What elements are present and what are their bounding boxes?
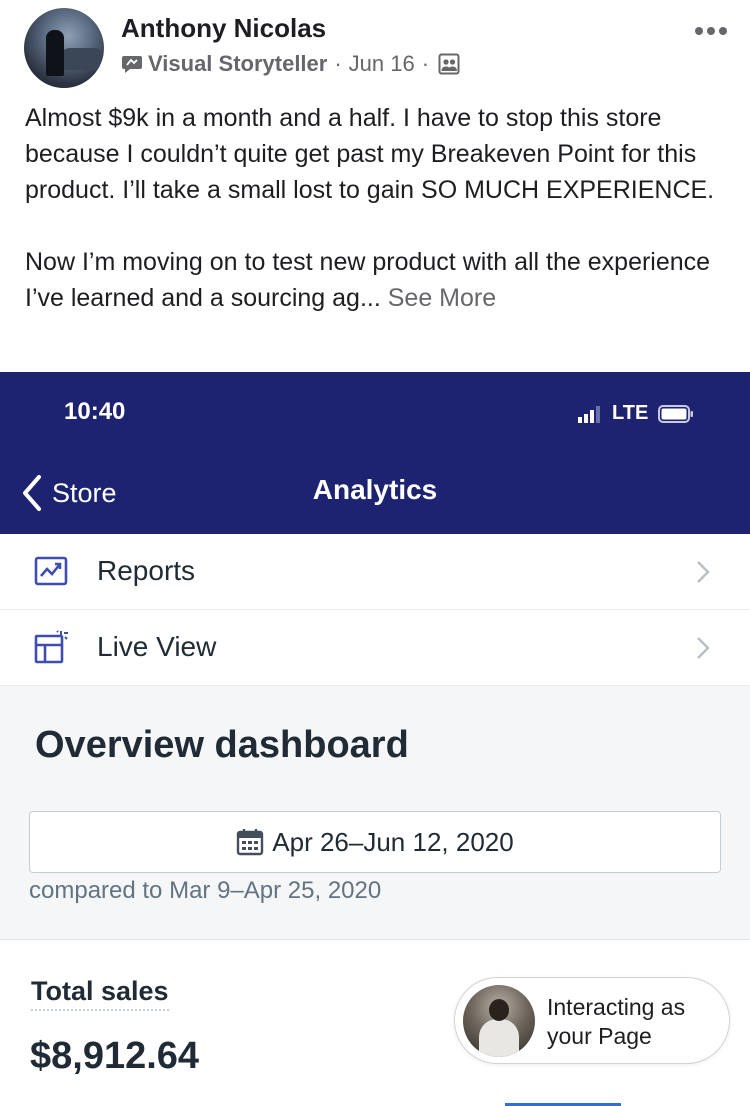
battery-icon (658, 404, 694, 423)
status-time: 10:40 (64, 398, 126, 425)
separator-dot: · (421, 51, 430, 76)
menu-item-live-view[interactable]: Live View (0, 610, 750, 686)
menu-item-label: Reports (97, 555, 196, 586)
author-avatar[interactable] (24, 8, 104, 88)
analytics-menu: Reports Live View (0, 534, 750, 686)
reports-icon (34, 556, 68, 586)
interacting-as-page-pill[interactable]: Interacting as your Page (454, 977, 730, 1064)
post-header: Anthony Nicolas Visual Storyteller · Jun… (0, 0, 750, 95)
menu-item-reports[interactable]: Reports (0, 534, 750, 610)
calendar-icon (237, 829, 264, 856)
date-range-picker[interactable]: Apr 26–Jun 12, 2020 (29, 811, 721, 873)
post-byline: Visual Storyteller · Jun 16 · (121, 51, 460, 77)
separator-dot: · (334, 51, 342, 76)
speech-bubble-icon (122, 56, 142, 73)
chevron-right-icon (697, 637, 710, 659)
post-paragraph-text: Now I’m moving on to test new product wi… (25, 248, 711, 312)
app-navbar: 10:40 LTE Store Analytics (0, 372, 750, 534)
overview-heading: Overview dashboard (35, 724, 409, 766)
see-more-link[interactable]: See More (388, 284, 496, 312)
date-range-label: Apr 26–Jun 12, 2020 (272, 826, 514, 857)
total-sales-label[interactable]: Total sales (31, 976, 169, 1011)
interacting-as-text: Interacting as your Page (547, 993, 685, 1051)
page-avatar (463, 985, 535, 1057)
pill-line: your Page (547, 1023, 652, 1049)
post-body: Almost $9k in a month and a half. I have… (25, 100, 725, 316)
live-view-icon (34, 630, 68, 664)
more-options-icon[interactable] (694, 24, 728, 38)
pill-line: Interacting as (547, 994, 686, 1020)
group-audience-icon (438, 53, 460, 75)
status-indicators: LTE (578, 402, 694, 425)
page-title: Analytics (312, 474, 438, 505)
author-name[interactable]: Anthony Nicolas (121, 13, 326, 44)
post-paragraph: Almost $9k in a month and a half. I have… (25, 104, 715, 204)
signal-icon (578, 405, 600, 423)
member-badge[interactable]: Visual Storyteller (148, 51, 327, 77)
network-label: LTE (612, 402, 649, 424)
post-date[interactable]: Jun 16 (349, 51, 415, 77)
total-sales-value: $8,912.64 (30, 1035, 200, 1077)
post-paragraph: Now I’m moving on to test new product wi… (25, 244, 725, 316)
menu-item-label: Live View (97, 631, 217, 662)
comparison-range: compared to Mar 9–Apr 25, 2020 (29, 877, 382, 904)
chevron-right-icon (697, 561, 710, 583)
